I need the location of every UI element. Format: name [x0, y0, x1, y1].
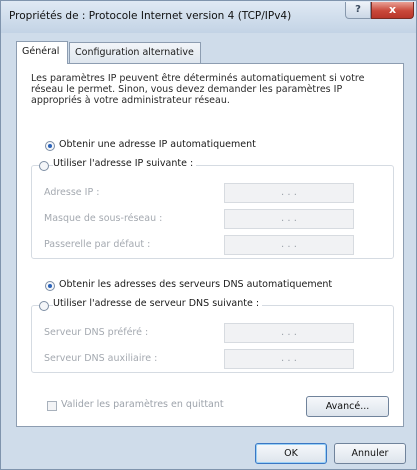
obtain-ip-auto-label: Obtenir une adresse IP automatiquement: [59, 139, 256, 150]
advanced-button[interactable]: Avancé...: [306, 396, 389, 417]
ip-address-label: Adresse IP :: [44, 187, 100, 198]
default-gateway-input[interactable]: . . .: [224, 235, 354, 255]
use-following-dns-label: Utiliser l'adresse de serveur DNS suivan…: [53, 298, 263, 309]
use-following-dns-radio[interactable]: [39, 301, 49, 311]
default-gateway-dots: . . .: [281, 239, 297, 250]
alternate-dns-input[interactable]: . . .: [224, 349, 354, 369]
obtain-dns-auto-radio[interactable]: [45, 281, 55, 291]
use-following-ip-label: Utiliser l'adresse IP suivante :: [53, 158, 197, 169]
subnet-mask-dots: . . .: [281, 213, 297, 224]
title-bar: Propriétés de : Protocole Internet versi…: [1, 1, 416, 33]
subnet-mask-input[interactable]: . . .: [224, 209, 354, 229]
preferred-dns-input[interactable]: . . .: [224, 323, 354, 343]
properties-dialog: Propriétés de : Protocole Internet versi…: [0, 0, 417, 470]
use-following-ip-radio[interactable]: [39, 161, 49, 171]
tab-alternate-configuration[interactable]: Configuration alternative: [69, 42, 201, 63]
default-gateway-label: Passerelle par défaut :: [44, 239, 151, 250]
alternate-dns-dots: . . .: [281, 353, 297, 364]
tab-general[interactable]: Général: [16, 41, 68, 64]
close-button[interactable]: x: [371, 2, 414, 19]
validate-on-exit-checkbox[interactable]: [47, 401, 57, 411]
obtain-ip-auto-radio[interactable]: [45, 141, 55, 151]
preferred-dns-dots: . . .: [281, 327, 297, 338]
subnet-mask-label: Masque de sous-réseau :: [44, 213, 163, 224]
obtain-dns-auto-label: Obtenir les adresses des serveurs DNS au…: [59, 279, 333, 290]
preferred-dns-label: Serveur DNS préféré :: [44, 327, 149, 338]
window-title: Propriétés de : Protocole Internet versi…: [9, 10, 292, 22]
alternate-dns-label: Serveur DNS auxiliaire :: [44, 353, 158, 364]
validate-on-exit-label: Valider les paramètres en quittant: [61, 399, 224, 410]
ip-address-input[interactable]: . . .: [224, 183, 354, 203]
ok-button[interactable]: OK: [255, 443, 327, 464]
intro-text: Les paramètres IP peuvent être déterminé…: [31, 73, 365, 106]
ip-address-dots: . . .: [281, 187, 297, 198]
help-button[interactable]: ?: [345, 2, 371, 19]
cancel-button[interactable]: Annuler: [334, 443, 406, 464]
